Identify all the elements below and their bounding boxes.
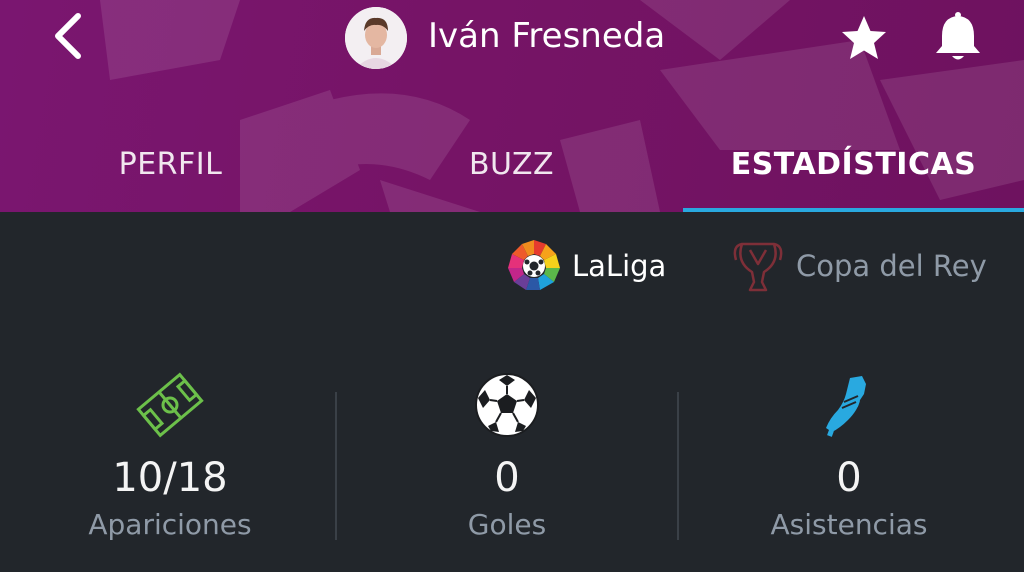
tab-buzz[interactable]: BUZZ bbox=[341, 130, 682, 212]
stat-label-asistencias: Asistencias bbox=[770, 508, 928, 541]
player-photo-icon bbox=[345, 7, 407, 69]
stat-divider bbox=[335, 392, 337, 540]
star-icon bbox=[842, 16, 886, 59]
stat-divider bbox=[677, 392, 679, 540]
app-header: Iván Fresneda PERFIL BUZZ ESTADÍSTICAS bbox=[0, 0, 1024, 212]
tab-perfil[interactable]: PERFIL bbox=[0, 130, 341, 212]
top-bar: Iván Fresneda bbox=[0, 0, 1024, 76]
stat-value-goles: 0 bbox=[494, 455, 520, 501]
stat-value-asistencias: 0 bbox=[836, 455, 862, 501]
notifications-button[interactable] bbox=[930, 8, 986, 64]
stat-goles: 0 Goles bbox=[347, 360, 667, 560]
stat-apariciones: 10/18 Apariciones bbox=[10, 360, 330, 560]
chevron-left-icon bbox=[55, 13, 81, 59]
pitch-icon bbox=[136, 372, 204, 438]
competition-label-copa-del-rey: Copa del Rey bbox=[796, 249, 987, 283]
stat-asistencias: 0 Asistencias bbox=[689, 360, 1009, 560]
avatar[interactable] bbox=[345, 7, 407, 69]
player-name: Iván Fresneda bbox=[428, 16, 666, 56]
tab-bar: PERFIL BUZZ ESTADÍSTICAS bbox=[0, 130, 1024, 212]
competition-label-laliga: LaLiga bbox=[572, 249, 667, 283]
competition-laliga[interactable]: LaLiga bbox=[506, 236, 686, 296]
stat-label-apariciones: Apariciones bbox=[88, 508, 252, 541]
copa-del-rey-trophy-icon bbox=[733, 242, 783, 292]
stat-label-goles: Goles bbox=[467, 508, 547, 541]
stat-value-apariciones: 10/18 bbox=[112, 455, 228, 501]
competition-copa-del-rey[interactable]: Copa del Rey bbox=[730, 236, 1020, 296]
stats-summary: 10/18 Apariciones 0 Goles 0 Asistencias bbox=[0, 360, 1024, 572]
favorite-button[interactable] bbox=[838, 12, 890, 64]
active-tab-indicator bbox=[683, 208, 1024, 212]
back-button[interactable] bbox=[40, 8, 96, 64]
bell-icon bbox=[936, 12, 980, 60]
boot-icon bbox=[826, 376, 866, 437]
laliga-logo-icon bbox=[508, 240, 560, 290]
tab-estadisticas[interactable]: ESTADÍSTICAS bbox=[683, 130, 1024, 212]
soccer-ball-icon bbox=[475, 373, 539, 437]
